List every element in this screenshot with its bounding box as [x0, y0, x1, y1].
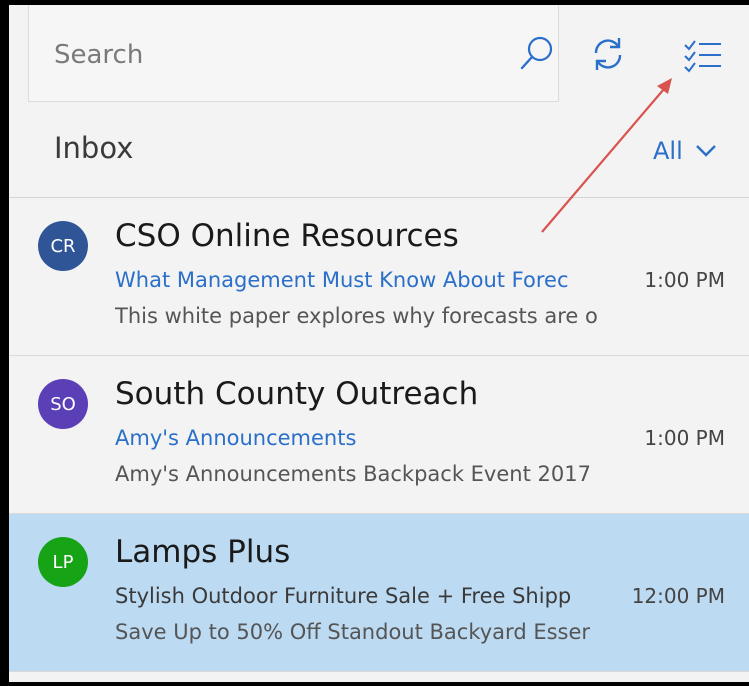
message-sender: CSO Online Resources	[115, 218, 459, 254]
message-item[interactable]: CR CSO Online Resources What Management …	[9, 198, 749, 356]
folder-title: Inbox	[54, 131, 134, 165]
search-input[interactable]	[54, 35, 474, 75]
message-preview: Amy's Announcements Backpack Event 2017	[115, 462, 591, 486]
message-sender: Lamps Plus	[115, 534, 291, 570]
window-frame-left	[0, 0, 9, 686]
message-preview: This white paper explores why forecasts …	[115, 304, 598, 328]
filter-label: All	[653, 137, 683, 165]
message-item[interactable]: SO South County Outreach Amy's Announcem…	[9, 356, 749, 514]
filter-dropdown[interactable]: All	[653, 137, 717, 165]
message-list: CR CSO Online Resources What Management …	[9, 198, 749, 672]
avatar: LP	[38, 537, 88, 587]
message-sender: South County Outreach	[115, 376, 479, 412]
message-time: 12:00 PM	[631, 584, 725, 608]
search-box[interactable]	[28, 5, 559, 102]
select-mode-icon[interactable]	[681, 35, 725, 75]
chevron-down-icon	[695, 145, 716, 157]
message-subject: What Management Must Know About Forec	[115, 268, 569, 292]
avatar: CR	[38, 221, 88, 271]
message-time: 1:00 PM	[644, 268, 725, 292]
message-preview: Save Up to 50% Off Standout Backyard Ess…	[115, 620, 591, 644]
avatar: SO	[38, 379, 88, 429]
message-subject: Amy's Announcements	[115, 426, 357, 450]
message-time: 1:00 PM	[644, 426, 725, 450]
search-icon[interactable]	[517, 33, 557, 73]
message-item[interactable]: LP Lamps Plus Stylish Outdoor Furniture …	[9, 514, 749, 672]
message-subject: Stylish Outdoor Furniture Sale + Free Sh…	[115, 584, 572, 608]
sync-icon[interactable]	[588, 34, 628, 74]
window-frame-bottom	[0, 682, 749, 686]
mail-app: Inbox All CR CSO Online Resources What M…	[9, 5, 749, 682]
